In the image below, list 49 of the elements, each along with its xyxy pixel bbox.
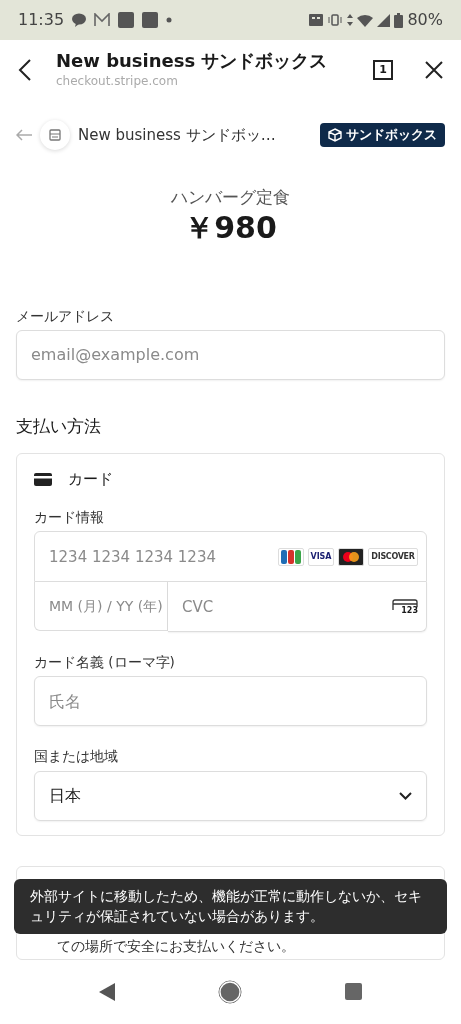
mastercard-logo-icon [338,547,364,566]
cvc-field[interactable]: CVC 123 [168,582,427,632]
email-field[interactable]: email@example.com [16,329,445,380]
back-nav-icon[interactable] [99,982,116,1001]
visa-logo: VISA [308,547,334,566]
tab-count-button[interactable]: 1 [373,60,393,80]
clock: 11:35 [18,9,65,31]
cvc-input[interactable]: CVC [168,582,390,631]
battery-level: 80% [407,9,443,31]
store-icon [40,120,70,150]
page-url: checkout.stripe.com [56,72,179,90]
card-number-input[interactable]: 1234 1234 1234 1234 [35,532,278,581]
cardholder-name-field[interactable]: 氏名 [34,676,427,727]
wifi-icon [357,13,374,27]
signal-icon [377,13,391,27]
jcb-logo-icon [278,547,304,566]
field-label: メールアドレス [16,306,115,326]
back-icon[interactable] [18,59,32,81]
save-info-text: ての場所で安全にお支払いください。 [57,936,295,956]
notification-icon [309,14,324,26]
merchant-name: New business サンドボッ… [78,124,277,146]
card-number-field[interactable]: 1234 1234 1234 1234 VISA DISCOVER [34,531,427,582]
close-icon[interactable] [425,61,443,79]
vibrate-icon [327,14,344,26]
field-label: カード名義 (ローマ字) [34,653,176,672]
field-label: 国または地域 [34,747,119,767]
battery-icon [394,12,404,28]
section-heading: 支払い方法 [16,414,102,438]
price: ￥980 [183,210,278,244]
data-icon [347,14,354,26]
toast-message: 外部サイトに移動したため、機能が正常に動作しないか、セキュリティが保証されていない場合があります。 [14,879,447,934]
discover-logo: DISCOVER [368,547,418,566]
sandbox-badge: サンドボックス [320,123,445,147]
home-nav-icon[interactable] [218,979,242,1004]
card-icon [34,473,52,486]
country-select[interactable]: 日本 [34,770,427,821]
recents-nav-icon[interactable] [344,983,362,1000]
dot-icon [166,17,173,23]
page-title: New business サンドボックス [56,50,329,72]
mail-icon [94,13,111,27]
payment-method: カード [68,469,113,491]
chat-icon [72,13,87,27]
expiry-field[interactable]: MM (月) / YY (年) [34,582,168,631]
product-name: ハンバーグ定食 [170,186,291,209]
app-icon [142,12,159,28]
app-icon [118,12,135,28]
chevron-down-icon [399,791,412,800]
field-label: カード情報 [34,507,105,527]
cube-icon [328,128,342,142]
